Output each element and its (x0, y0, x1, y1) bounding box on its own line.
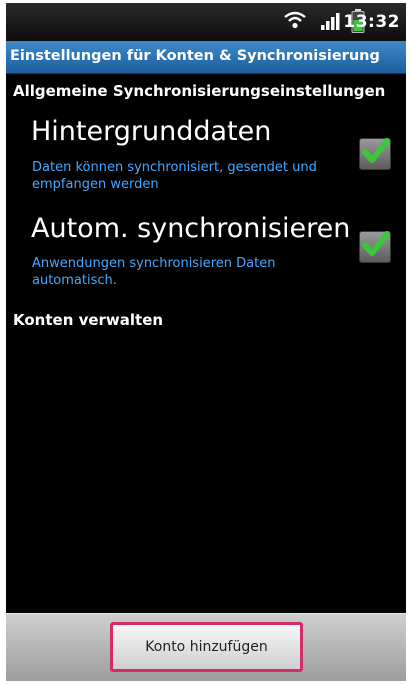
checkmark-icon (362, 231, 390, 256)
page-title: Einstellungen für Konten & Synchronisier… (10, 48, 380, 64)
section-header-general: Allgemeine Synchronisierungseinstellunge… (13, 82, 386, 100)
wifi-icon (284, 11, 306, 33)
signal-icon (320, 11, 340, 35)
section-header-accounts: Konten verwalten (13, 311, 164, 329)
preference-summary: Anwendungen synchronisieren Daten automa… (32, 256, 276, 288)
preference-summary: Daten können synchronisiert, gesendet un… (32, 160, 317, 192)
title-bar: Einstellungen für Konten & Synchronisier… (6, 41, 406, 74)
status-bar: 13:32 (6, 3, 406, 41)
bottom-bar: Konto hinzufügen (6, 613, 406, 681)
status-time: 13:32 (343, 12, 400, 32)
phone-screen: 13:32 Einstellungen für Konten & Synchro… (6, 3, 406, 681)
auto-sync-checkbox[interactable] (359, 231, 391, 263)
checkmark-icon (362, 138, 390, 163)
background-data-checkbox[interactable] (359, 138, 391, 170)
preference-title: Hintergrunddaten (31, 116, 272, 147)
preference-title: Autom. synchronisieren (31, 213, 351, 244)
add-account-button[interactable]: Konto hinzufügen (110, 622, 303, 672)
